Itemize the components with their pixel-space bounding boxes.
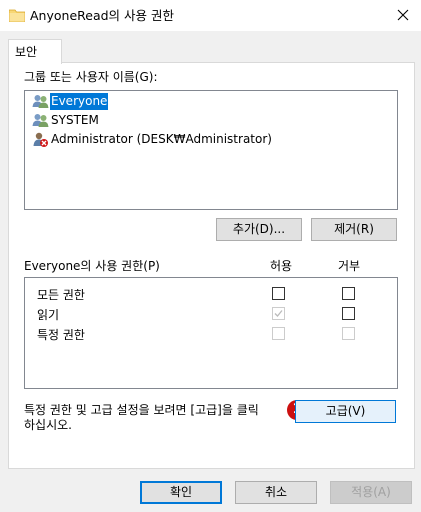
list-item-system[interactable]: SYSTEM — [26, 111, 396, 130]
user-blocked-icon — [32, 131, 49, 148]
cancel-button[interactable]: 취소 — [235, 481, 317, 504]
list-item-label: Everyone — [50, 93, 109, 110]
tab-security-label: 보안 — [15, 45, 38, 59]
apply-button-label: 적용(A) — [351, 485, 391, 499]
advanced-hint-line1: 특정 권한 및 고급 설정을 보려면 [고급]을 클릭 — [24, 403, 259, 417]
allow-checkbox-read[interactable] — [272, 307, 285, 320]
ok-button-label: 확인 — [169, 485, 193, 499]
deny-column-header: 거부 — [338, 259, 361, 273]
deny-checkbox-special[interactable] — [342, 327, 355, 340]
users-icon — [32, 112, 49, 129]
checkmark-icon — [274, 310, 283, 317]
users-icon — [32, 93, 49, 110]
permission-name: 특정 권한 — [37, 328, 85, 342]
permission-name: 읽기 — [37, 308, 60, 322]
list-item-label: SYSTEM — [51, 113, 99, 127]
deny-checkbox-read[interactable] — [342, 307, 355, 320]
advanced-button[interactable]: 고급(V) — [295, 400, 396, 423]
ok-button[interactable]: 확인 — [140, 481, 222, 504]
close-button[interactable] — [388, 2, 418, 28]
folder-icon — [8, 9, 26, 23]
allow-column-header: 허용 — [270, 259, 293, 273]
apply-button[interactable]: 적용(A) — [330, 481, 412, 504]
permissions-label: Everyone의 사용 권한(P) — [24, 259, 160, 273]
permission-name: 모든 권한 — [37, 288, 85, 302]
deny-checkbox-full-control[interactable] — [342, 287, 355, 300]
list-item-label: Administrator (DESK₩Administrator) — [51, 132, 272, 146]
advanced-hint-line2: 하십시오. — [24, 418, 72, 432]
allow-checkbox-special[interactable] — [272, 327, 285, 340]
add-button-label: 추가(D)... — [232, 222, 286, 236]
allow-checkbox-full-control[interactable] — [272, 287, 285, 300]
list-item-administrator[interactable]: Administrator (DESK₩Administrator) — [26, 130, 396, 149]
list-item-everyone[interactable]: Everyone — [26, 92, 396, 111]
window-title: AnyoneRead의 사용 권한 — [30, 8, 174, 23]
tab-security[interactable]: 보안 — [8, 39, 62, 64]
cancel-button-label: 취소 — [264, 485, 288, 499]
title-bar[interactable]: AnyoneRead의 사용 권한 — [0, 0, 421, 31]
remove-button-label: 제거(R) — [334, 222, 374, 236]
remove-button[interactable]: 제거(R) — [311, 218, 397, 241]
user-listbox[interactable]: Everyone SYSTEM Administrator (DESK₩Admi… — [24, 90, 398, 210]
add-button[interactable]: 추가(D)... — [216, 218, 302, 241]
permissions-table: 모든 권한 읽기 특정 권한 — [24, 277, 398, 389]
groups-label: 그룹 또는 사용자 이름(G): — [24, 70, 158, 84]
close-icon — [397, 9, 409, 21]
advanced-button-label: 고급(V) — [325, 404, 366, 418]
